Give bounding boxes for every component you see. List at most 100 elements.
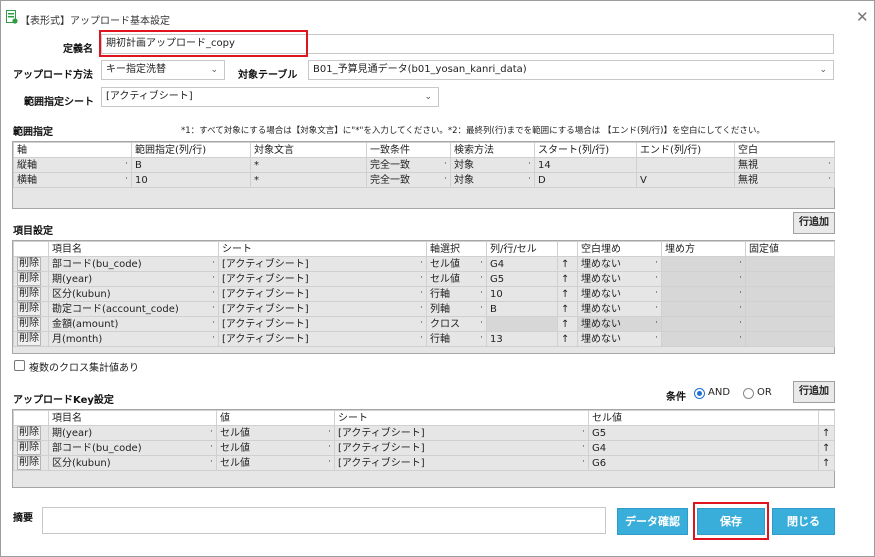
range-col-match: 一致条件 — [366, 142, 451, 158]
axis-select[interactable]: 縦軸 · — [13, 157, 132, 173]
item-cell-input[interactable]: 13 — [486, 331, 558, 347]
item-axis-select[interactable]: 行軸 · — [426, 286, 487, 302]
item-axis-select[interactable]: クロス · — [426, 316, 487, 332]
item-name-select[interactable]: 区分(kubun) · — [48, 286, 219, 302]
delete-button[interactable]: 削除 — [17, 257, 41, 271]
close-icon[interactable]: ✕ — [856, 8, 869, 26]
item-fixed-value-input — [745, 331, 835, 347]
item-name-select[interactable]: 期(year) · — [48, 271, 219, 287]
delete-button[interactable]: 削除 — [17, 302, 41, 316]
up-arrow-icon[interactable]: ↑ — [818, 425, 835, 441]
blank-select[interactable]: 無視 · — [734, 172, 835, 188]
item-name-select[interactable]: 勘定コード(account_code) · — [48, 301, 219, 317]
delete-button[interactable]: 削除 — [17, 272, 41, 286]
delete-button[interactable]: 削除 — [17, 287, 41, 301]
item-axis-select[interactable]: 列軸 · — [426, 301, 487, 317]
item-axis-select[interactable]: 行軸 · — [426, 331, 487, 347]
end-input[interactable]: V — [636, 172, 735, 188]
key-value-select[interactable]: セル値 · — [216, 440, 335, 456]
or-radio[interactable] — [743, 388, 754, 399]
target-text-input[interactable]: * — [250, 157, 367, 173]
item-fill-blank-select[interactable]: 埋めない · — [577, 271, 662, 287]
start-input[interactable]: D — [534, 172, 637, 188]
key-add-row-button[interactable]: 行追加 — [793, 381, 835, 403]
item-fill-method-select: · — [661, 331, 746, 347]
blank-select[interactable]: 無視 · — [734, 157, 835, 173]
item-name-select[interactable]: 月(month) · — [48, 331, 219, 347]
item-fill-blank-select[interactable]: 埋めない · — [577, 301, 662, 317]
key-value-select[interactable]: セル値 · — [216, 455, 335, 471]
delete-button[interactable]: 削除 — [17, 441, 41, 455]
key-table: 項目名 値 シート セル値 削除 期(year) · セル値 · [アクティブシート… — [13, 410, 835, 471]
item-sheet-select[interactable]: [アクティブシート] · — [218, 271, 427, 287]
up-arrow-icon[interactable]: ↑ — [557, 271, 578, 287]
key-col-value: 値 — [216, 410, 335, 426]
key-sheet-select[interactable]: [アクティブシート] · — [334, 440, 589, 456]
upload-method-select[interactable]: キー指定洗替 ⌄ — [101, 60, 225, 80]
key-name-select[interactable]: 区分(kubun) · — [48, 455, 217, 471]
item-sheet-select[interactable]: [アクティブシート] · — [218, 316, 427, 332]
target-table-select[interactable]: B01_予算見通データ(b01_yosan_kanri_data) ⌄ — [308, 60, 834, 80]
target-text-input[interactable]: * — [250, 172, 367, 188]
start-input[interactable]: 14 — [534, 157, 637, 173]
match-select[interactable]: 完全一致 · — [366, 172, 451, 188]
delete-button[interactable]: 削除 — [17, 456, 41, 470]
up-arrow-icon[interactable]: ↑ — [818, 440, 835, 456]
item-sheet-select[interactable]: [アクティブシート] · — [218, 256, 427, 272]
item-sheet-select[interactable]: [アクティブシート] · — [218, 331, 427, 347]
key-sheet-select[interactable]: [アクティブシート] · — [334, 425, 589, 441]
and-radio[interactable] — [694, 388, 705, 399]
item-cell-input[interactable]: B — [486, 301, 558, 317]
key-name-select[interactable]: 部コード(bu_code) · — [48, 440, 217, 456]
item-fill-blank-select[interactable]: 埋めない · — [577, 286, 662, 302]
range-input[interactable]: 10 — [131, 172, 251, 188]
multi-cross-checkbox[interactable] — [14, 360, 25, 371]
end-input[interactable] — [636, 157, 735, 173]
item-fill-blank-select[interactable]: 埋めない · — [577, 256, 662, 272]
search-select[interactable]: 対象 · — [450, 172, 535, 188]
item-name-select[interactable]: 金額(amount) · — [48, 316, 219, 332]
item-fill-blank-select[interactable]: 埋めない · — [577, 331, 662, 347]
match-select[interactable]: 完全一致 · — [366, 157, 451, 173]
save-highlight-box — [693, 502, 769, 540]
up-arrow-icon[interactable]: ↑ — [818, 455, 835, 471]
up-arrow-icon[interactable]: ↑ — [557, 316, 578, 332]
item-fill-blank-select: 埋めない · — [577, 316, 662, 332]
key-cell-input[interactable]: G5 — [588, 425, 819, 441]
delete-button[interactable]: 削除 — [17, 426, 41, 440]
key-name-select[interactable]: 期(year) · — [48, 425, 217, 441]
key-cell-input[interactable]: G6 — [588, 455, 819, 471]
item-cell-input[interactable]: G4 — [486, 256, 558, 272]
item-sheet-select[interactable]: [アクティブシート] · — [218, 286, 427, 302]
item-cell-input[interactable]: G5 — [486, 271, 558, 287]
range-input[interactable]: B — [131, 157, 251, 173]
key-value-select[interactable]: セル値 · — [216, 425, 335, 441]
up-arrow-icon[interactable]: ↑ — [557, 286, 578, 302]
item-sheet-select[interactable]: [アクティブシート] · — [218, 301, 427, 317]
item-fixed-value-input — [745, 301, 835, 317]
key-cell-input[interactable]: G4 — [588, 440, 819, 456]
close-button[interactable]: 閉じる — [772, 508, 835, 535]
range-sheet-select[interactable]: [アクティブシート] ⌄ — [101, 87, 439, 107]
up-arrow-icon[interactable]: ↑ — [557, 256, 578, 272]
data-confirm-button[interactable]: データ確認 — [617, 508, 688, 535]
item-cell-input[interactable]: 10 — [486, 286, 558, 302]
item-axis-select[interactable]: セル値 · — [426, 256, 487, 272]
items-header-row: 項目名 シート 軸選択 列/行/セル 空白埋め 埋め方 固定値 — [13, 241, 835, 257]
upload-method-label: アップロード方法 — [13, 70, 93, 81]
axis-select[interactable]: 横軸 · — [13, 172, 132, 188]
search-select[interactable]: 対象 · — [450, 157, 535, 173]
items-heading: 項目設定 — [13, 226, 53, 237]
up-arrow-icon[interactable]: ↑ — [557, 331, 578, 347]
delete-button[interactable]: 削除 — [17, 317, 41, 331]
delete-button[interactable]: 削除 — [17, 332, 41, 346]
item-name-select[interactable]: 部コード(bu_code) · — [48, 256, 219, 272]
item-cell-input — [486, 316, 558, 332]
items-add-row-button[interactable]: 行追加 — [793, 212, 835, 234]
table-row: 削除 期(year) · [アクティブシート] · セル値 · G5 ↑ 埋めない · … — [13, 271, 835, 287]
item-axis-select[interactable]: セル値 · — [426, 271, 487, 287]
spreadsheet-icon — [6, 10, 18, 24]
summary-input[interactable] — [42, 507, 606, 534]
key-sheet-select[interactable]: [アクティブシート] · — [334, 455, 589, 471]
up-arrow-icon[interactable]: ↑ — [557, 301, 578, 317]
